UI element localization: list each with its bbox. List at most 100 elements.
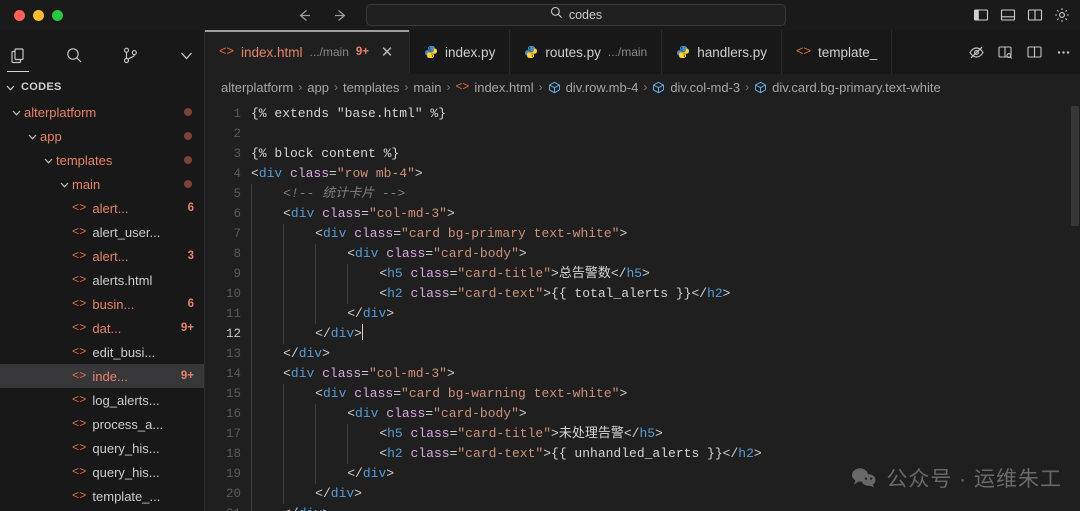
code-token-punct: >	[519, 246, 527, 261]
vscode-window: codes	[0, 0, 1080, 511]
code-line[interactable]: <h2 class="card-text">{{ total_alerts }}…	[251, 284, 1080, 304]
code-token-punct: </	[347, 466, 363, 481]
tree-folder-alterplatform[interactable]: alterplatform	[0, 100, 204, 124]
code-line[interactable]: <div class="col-md-3">	[251, 364, 1080, 384]
code-line[interactable]: <div class="col-md-3">	[251, 204, 1080, 224]
tree-file-item[interactable]: <>alert...6	[0, 196, 204, 220]
tree-file-item[interactable]: <>inde...9+	[0, 364, 204, 388]
code-editor[interactable]: 123456789101112131415161718192021 {% ext…	[205, 100, 1080, 511]
tree-folder-templates[interactable]: templates	[0, 148, 204, 172]
breadcrumb-separator: ›	[643, 80, 647, 94]
code-token-attr: class	[354, 386, 393, 401]
chevron-down-icon[interactable]	[56, 178, 72, 191]
code-line[interactable]	[251, 124, 1080, 144]
tree-file-item[interactable]: <>alert...3	[0, 244, 204, 268]
code-token-attr: class	[290, 166, 329, 181]
code-line[interactable]: <div class="card bg-primary text-white">	[251, 224, 1080, 244]
python-file-icon	[676, 45, 690, 59]
code-line[interactable]: <h5 class="card-title">总告警数</h5>	[251, 264, 1080, 284]
editor-tab-index-html[interactable]: <>index.html.../main9+✕	[205, 30, 410, 74]
breadcrumb-item[interactable]: alterplatform	[221, 80, 293, 95]
go-forward-icon[interactable]	[331, 6, 349, 24]
html-file-icon: <>	[72, 297, 86, 311]
code-line[interactable]: </div>	[251, 464, 1080, 484]
editor-tab-routes-py[interactable]: routes.py.../main	[510, 30, 662, 74]
code-token-punct: <	[315, 226, 323, 241]
maximize-window-button[interactable]	[52, 10, 63, 21]
chevron-down-icon[interactable]	[8, 106, 24, 119]
files-icon[interactable]	[5, 40, 31, 70]
split-editor-icon[interactable]	[1025, 43, 1043, 61]
go-back-icon[interactable]	[295, 6, 313, 24]
code-line[interactable]: </div>	[251, 484, 1080, 504]
code-line[interactable]: {% extends "base.html" %}	[251, 104, 1080, 124]
layout-panel-icon[interactable]	[999, 7, 1016, 24]
breadcrumb-item[interactable]: templates	[343, 80, 399, 95]
modified-indicator-dot	[184, 132, 192, 140]
code-line[interactable]: <div class="card-body">	[251, 244, 1080, 264]
minimize-window-button[interactable]	[33, 10, 44, 21]
chevron-down-icon[interactable]	[40, 154, 56, 167]
code-line[interactable]: <div class="row mb-4">	[251, 164, 1080, 184]
tree-file-item[interactable]: <>alert_user...	[0, 220, 204, 244]
tree-file-item[interactable]: <>dat...9+	[0, 316, 204, 340]
editor-tab-handlers-py[interactable]: handlers.py	[662, 30, 782, 74]
source-control-icon[interactable]	[117, 40, 143, 70]
code-line[interactable]: <div class="card bg-warning text-white">	[251, 384, 1080, 404]
code-line[interactable]: </div>	[251, 344, 1080, 364]
breadcrumb-item[interactable]: div.row.mb-4	[548, 80, 639, 95]
code-content[interactable]: {% extends "base.html" %} {% block conten…	[251, 100, 1080, 511]
tree-item-badge: 3	[188, 250, 194, 262]
open-preview-icon[interactable]	[996, 43, 1014, 61]
code-token-str: "card bg-warning text-white"	[401, 386, 619, 401]
chevron-down-icon[interactable]	[24, 130, 40, 143]
sidebar-section-header[interactable]: CODES	[0, 76, 204, 98]
code-token-punct: =	[425, 406, 433, 421]
breadcrumb-item[interactable]: main	[413, 80, 441, 95]
close-window-button[interactable]	[14, 10, 25, 21]
code-token-tag: div	[355, 246, 378, 261]
breadcrumb-item[interactable]: app	[307, 80, 329, 95]
quick-search-box[interactable]: codes	[366, 4, 786, 26]
code-line[interactable]: <div class="card-body">	[251, 404, 1080, 424]
editor-vertical-scrollbar[interactable]	[1070, 100, 1080, 511]
gear-icon[interactable]	[1053, 7, 1070, 24]
tree-folder-app[interactable]: app	[0, 124, 204, 148]
code-line[interactable]: <h5 class="card-title">未处理告警</h5>	[251, 424, 1080, 444]
layout-sidebar-left-icon[interactable]	[972, 7, 989, 24]
eye-slash-icon[interactable]	[967, 43, 985, 61]
breadcrumb-item[interactable]: <>index.html	[456, 80, 534, 95]
code-line[interactable]: {% block content %}	[251, 144, 1080, 164]
editor-tab-template_[interactable]: <>template_	[782, 30, 892, 74]
ellipsis-icon[interactable]	[1054, 43, 1072, 61]
code-line[interactable]: </div>	[251, 504, 1080, 511]
scrollbar-thumb[interactable]	[1071, 106, 1079, 226]
tree-file-item[interactable]: <>query_his...	[0, 436, 204, 460]
tree-file-item[interactable]: <>template_...	[0, 484, 204, 508]
breadcrumb-item[interactable]: div.col-md-3	[652, 80, 740, 95]
tree-file-item[interactable]: <>log_alerts...	[0, 388, 204, 412]
close-icon[interactable]: ✕	[379, 43, 395, 61]
sidebar-view-actions	[0, 30, 204, 76]
code-token-tag: div	[323, 226, 346, 241]
indent-guide	[251, 344, 283, 364]
tree-file-item[interactable]: <>edit_busi...	[0, 340, 204, 364]
code-line[interactable]: </div>	[251, 324, 1080, 344]
code-line[interactable]: <h2 class="card-text">{{ unhandled_alert…	[251, 444, 1080, 464]
chevron-down-icon[interactable]	[173, 40, 199, 70]
search-icon[interactable]	[61, 40, 87, 70]
indent-guide	[251, 244, 283, 264]
code-line[interactable]: <!-- 统计卡片 -->	[251, 184, 1080, 204]
indent-guide	[251, 364, 283, 384]
editor-tab-index-py[interactable]: index.py	[410, 30, 510, 74]
tree-file-item[interactable]: <>alerts.html	[0, 268, 204, 292]
line-number: 3	[205, 144, 251, 164]
tree-folder-main[interactable]: main	[0, 172, 204, 196]
tree-file-item[interactable]: <>process_a...	[0, 412, 204, 436]
tree-file-item[interactable]: <>busin...6	[0, 292, 204, 316]
code-line[interactable]: </div>	[251, 304, 1080, 324]
layout-sidebar-right-icon[interactable]	[1026, 7, 1043, 24]
code-token-punct: >	[642, 266, 650, 281]
tree-file-item[interactable]: <>query_his...	[0, 460, 204, 484]
breadcrumb-item[interactable]: div.card.bg-primary.text-white	[754, 80, 941, 95]
